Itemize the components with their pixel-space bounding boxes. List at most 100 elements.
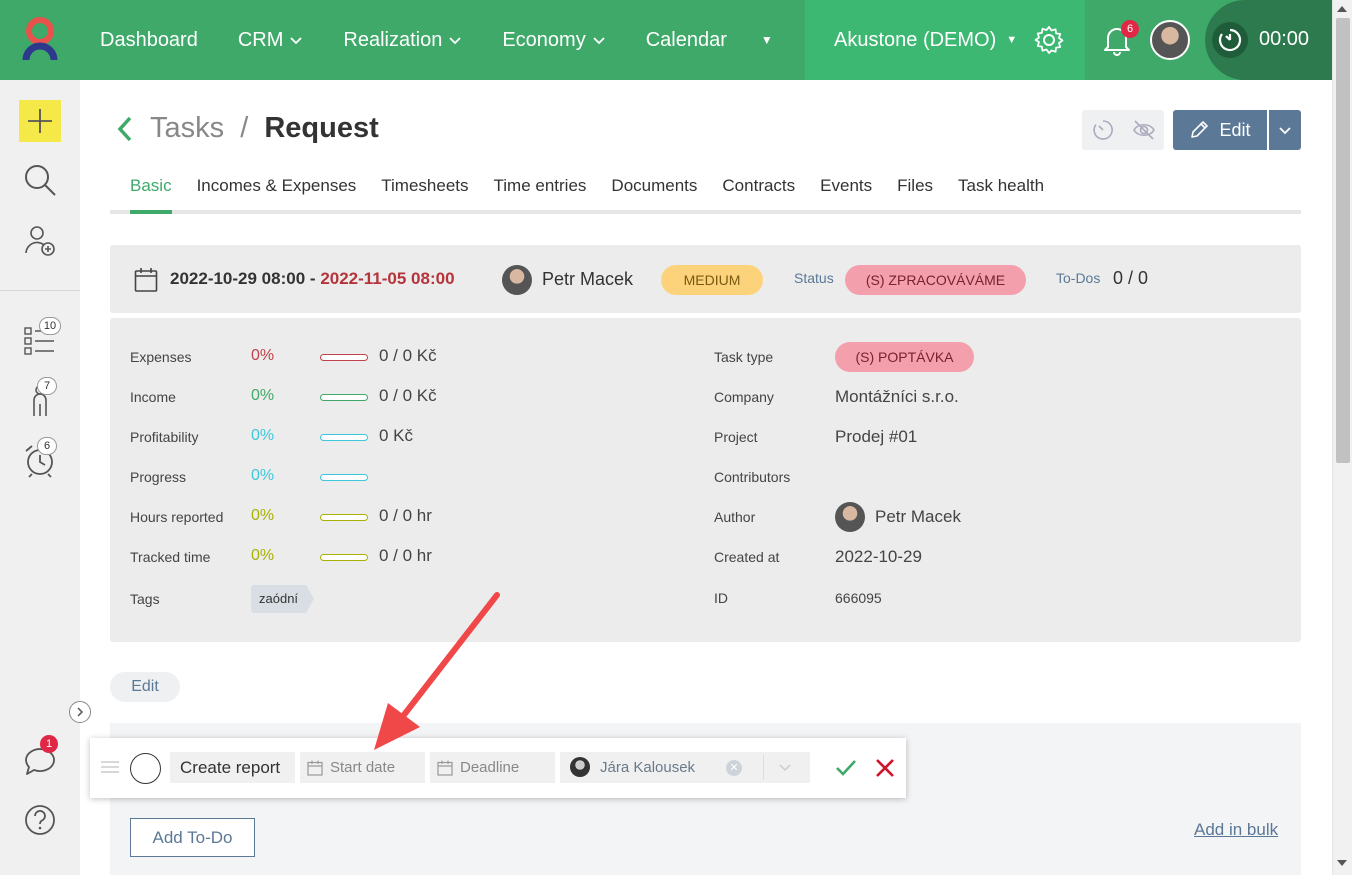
back-chevron-icon[interactable] (116, 116, 134, 142)
deadline-placeholder: Deadline (460, 759, 520, 776)
nav-realization[interactable]: Realization (343, 29, 462, 52)
project-value[interactable]: Prodej #01 (835, 427, 917, 447)
tab-timesheets[interactable]: Timesheets (381, 176, 468, 214)
metric-progress-bar (320, 554, 368, 561)
tab-incomes-expenses[interactable]: Incomes & Expenses (197, 176, 357, 214)
project-label: Project (714, 429, 758, 445)
author-avatar (835, 502, 865, 532)
company-value[interactable]: Montážníci s.r.o. (835, 387, 959, 407)
tags-label: Tags (130, 591, 160, 607)
todo-start-date-input[interactable]: Start date (300, 752, 425, 783)
tab-basic[interactable]: Basic (130, 176, 172, 214)
tab-task-health[interactable]: Task health (958, 176, 1044, 214)
metric-progress-bar (320, 474, 368, 481)
task-date-range: 2022-10-29 08:00 - 2022-11-05 08:00 (170, 269, 455, 289)
plus-icon (28, 109, 52, 133)
status-label: Status (794, 270, 834, 286)
nav-economy[interactable]: Economy (502, 29, 605, 52)
people-count-badge: 7 (37, 377, 57, 395)
sidebar-expand-button[interactable] (69, 701, 91, 723)
metric-progress-bar (320, 514, 368, 521)
nav-dashboard[interactable]: Dashboard (100, 29, 198, 52)
scroll-up-icon[interactable] (1337, 6, 1347, 12)
metric-label: Progress (130, 469, 187, 485)
company-label: Company (714, 389, 774, 405)
tab-files[interactable]: Files (897, 176, 933, 214)
scroll-down-icon[interactable] (1337, 860, 1347, 866)
todo-assignee-select[interactable]: Jára Kalousek ✕ (560, 752, 810, 783)
history-button[interactable] (1082, 110, 1123, 150)
breadcrumb: Tasks / Request (150, 112, 379, 145)
breadcrumb-separator: / (240, 112, 249, 144)
nav-more-caret-icon[interactable]: ▼ (761, 33, 773, 47)
sidebar-divider (0, 290, 80, 291)
edit-button[interactable]: Edit (1173, 110, 1267, 150)
nav-calendar[interactable]: Calendar (646, 29, 727, 52)
metric-label: Expenses (130, 349, 192, 365)
chevron-right-icon (77, 707, 84, 717)
select-divider (763, 755, 764, 780)
id-value: 666095 (835, 590, 882, 606)
gear-icon[interactable] (1033, 24, 1065, 56)
edit-details-button[interactable]: Edit (110, 672, 180, 702)
timer-button[interactable] (1212, 22, 1248, 58)
calendar-icon (134, 268, 158, 292)
task-type-badge: (S) POPTÁVKA (835, 342, 974, 372)
metric-value: 0 Kč (379, 426, 414, 445)
chevron-down-icon (449, 37, 461, 45)
todo-complete-checkbox[interactable] (130, 753, 161, 784)
drag-handle-icon[interactable] (101, 760, 119, 774)
todo-count-badge: 10 (39, 317, 61, 335)
date-dash: - (309, 269, 316, 288)
search-icon[interactable] (22, 162, 58, 198)
help-icon[interactable] (22, 802, 58, 838)
add-contact-icon[interactable] (22, 222, 58, 258)
user-avatar[interactable] (1150, 20, 1190, 60)
chat-count-badge: 1 (40, 735, 58, 753)
company-switcher[interactable]: Akustone (DEMO) ▼ (805, 0, 1085, 80)
header-action-group (1082, 110, 1164, 150)
breadcrumb-tasks-link[interactable]: Tasks (150, 112, 224, 144)
metric-percent: 0% (251, 547, 275, 564)
contributors-label: Contributors (714, 469, 791, 485)
todo-deadline-input[interactable]: Deadline (430, 752, 555, 783)
todo-name-input[interactable]: Create report (170, 752, 295, 783)
created-value: 2022-10-29 (835, 547, 922, 566)
author-label: Author (714, 509, 756, 525)
tab-events[interactable]: Events (820, 176, 872, 214)
page-scrollbar[interactable] (1332, 0, 1352, 875)
assignee-name: Jára Kalousek (600, 759, 696, 776)
main-nav: Dashboard CRM Realization Economy Calend… (100, 0, 813, 80)
scroll-thumb[interactable] (1336, 18, 1350, 463)
clear-assignee-icon[interactable]: ✕ (726, 760, 742, 776)
priority-badge: MEDIUM (661, 265, 763, 295)
history-icon (1092, 120, 1113, 140)
add-todo-button[interactable]: Add To-Do (130, 818, 255, 857)
assignee-avatar (570, 757, 590, 777)
metric-progress-bar (320, 394, 368, 401)
quick-add-button[interactable] (19, 100, 61, 142)
chevron-down-icon[interactable] (778, 760, 792, 774)
edit-dropdown-button[interactable] (1269, 110, 1301, 150)
tag-chip[interactable]: zaódní (251, 585, 315, 613)
cancel-x-icon[interactable] (874, 756, 896, 780)
metric-label: Income (130, 389, 176, 405)
tab-time-entries[interactable]: Time entries (494, 176, 587, 214)
metric-progress-bar (320, 434, 368, 441)
eye-off-icon (1132, 120, 1155, 140)
status-badge[interactable]: (S) ZPRACOVÁVÁME (845, 265, 1026, 295)
left-sidebar: 10 7 6 1 (0, 80, 80, 875)
nav-crm[interactable]: CRM (238, 29, 304, 52)
tab-documents[interactable]: Documents (611, 176, 697, 214)
task-tabs: Basic Incomes & Expenses Timesheets Time… (130, 176, 1069, 214)
tab-contracts[interactable]: Contracts (722, 176, 795, 214)
metric-label: Tracked time (130, 549, 211, 565)
add-in-bulk-link[interactable]: Add in bulk (1194, 820, 1278, 840)
author-value[interactable]: Petr Macek (875, 507, 961, 527)
confirm-check-icon[interactable] (834, 756, 858, 780)
metric-percent: 0% (251, 387, 275, 404)
responsible-user[interactable]: Petr Macek (542, 269, 633, 290)
app-logo-icon[interactable] (20, 16, 60, 64)
alarm-count-badge: 6 (37, 437, 57, 455)
hide-button[interactable] (1123, 110, 1164, 150)
